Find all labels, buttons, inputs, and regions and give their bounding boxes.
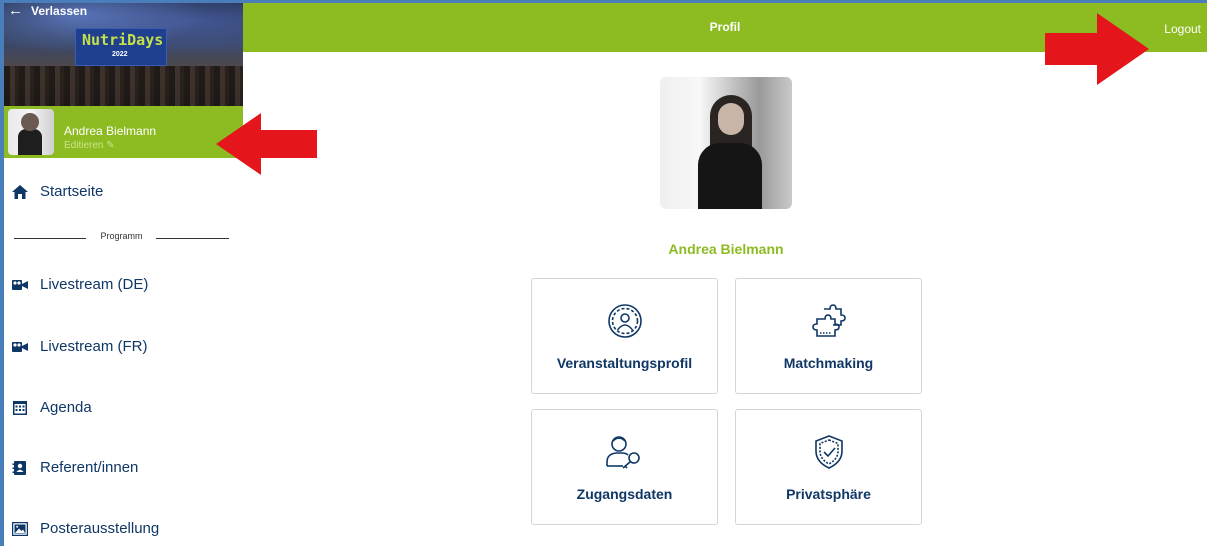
sidebar-item-startseite[interactable]: Startseite — [12, 183, 103, 200]
annotation-arrow-left-icon — [216, 113, 317, 175]
sidebar-item-livestream-fr[interactable]: Livestream (FR) — [12, 338, 148, 355]
sidebar-item-label: Posterausstellung — [40, 520, 160, 537]
pencil-icon: ✎ — [106, 140, 115, 151]
calendar-icon — [12, 400, 28, 415]
edit-profile-link[interactable]: Editieren ✎ — [64, 140, 115, 151]
user-name: Andrea Bielmann — [64, 124, 157, 138]
tile-zugangsdaten[interactable]: Zugangsdaten — [531, 409, 718, 525]
divider-line-right — [156, 238, 229, 239]
home-icon — [12, 184, 28, 199]
tile-matchmaking[interactable]: Matchmaking — [735, 278, 922, 394]
event-logo-text: NutriDays — [82, 31, 164, 49]
sidebar-item-referent-innen[interactable]: Referent/innen — [12, 459, 138, 476]
sidebar-item-label: Agenda — [40, 399, 92, 416]
sidebar-item-label: Livestream (FR) — [40, 338, 148, 355]
avatar — [8, 109, 54, 155]
sidebar-user-card[interactable]: Andrea Bielmann Editieren ✎ — [4, 106, 243, 158]
sidebar-item-agenda[interactable]: Agenda — [12, 399, 92, 416]
profile-name: Andrea Bielmann — [668, 241, 784, 257]
tile-label: Privatsphäre — [786, 486, 871, 502]
section-label: Programm — [100, 231, 143, 241]
shield-check-icon — [736, 434, 921, 470]
address-book-icon — [12, 460, 28, 475]
tile-label: Zugangsdaten — [576, 486, 673, 502]
puzzle-icon — [736, 303, 921, 339]
edit-label: Editieren — [64, 140, 104, 151]
profile-photo[interactable] — [660, 77, 792, 209]
video-camera-icon — [12, 340, 28, 354]
photo-face — [718, 103, 744, 135]
avatar-body — [18, 129, 42, 155]
photo-torso — [698, 143, 762, 209]
event-logo-year: 2022 — [112, 51, 128, 58]
tile-privatsphaere[interactable]: Privatsphäre — [735, 409, 922, 525]
sidebar-item-label: Referent/innen — [40, 459, 139, 476]
leave-link[interactable]: ← Verlassen — [8, 3, 87, 18]
sidebar-item-livestream-de[interactable]: Livestream (DE) — [12, 276, 148, 293]
banner-audience — [4, 66, 243, 106]
event-banner: NutriDays 2022 ← Verlassen — [4, 3, 243, 106]
arrow-left-icon: ← — [8, 3, 23, 19]
video-camera-icon — [12, 278, 28, 292]
user-key-icon — [532, 434, 717, 470]
sidebar-item-label: Startseite — [40, 183, 104, 200]
leave-label: Verlassen — [31, 3, 88, 18]
avatar-head — [21, 113, 39, 131]
section-divider-programm: Programm — [14, 231, 229, 245]
tile-label: Veranstaltungsprofil — [556, 355, 693, 371]
user-circle-icon — [532, 303, 717, 339]
image-icon — [11, 521, 29, 536]
sidebar: NutriDays 2022 ← Verlassen Andrea Bielma… — [4, 3, 243, 546]
logout-link[interactable]: Logout — [1164, 22, 1201, 36]
tile-label: Matchmaking — [783, 355, 874, 371]
sidebar-item-posterausstellung[interactable]: Posterausstellung — [11, 520, 160, 537]
tile-veranstaltungsprofil[interactable]: Veranstaltungsprofil — [531, 278, 718, 394]
annotation-arrow-right-icon — [1045, 13, 1149, 85]
sidebar-item-label: Livestream (DE) — [40, 276, 149, 293]
